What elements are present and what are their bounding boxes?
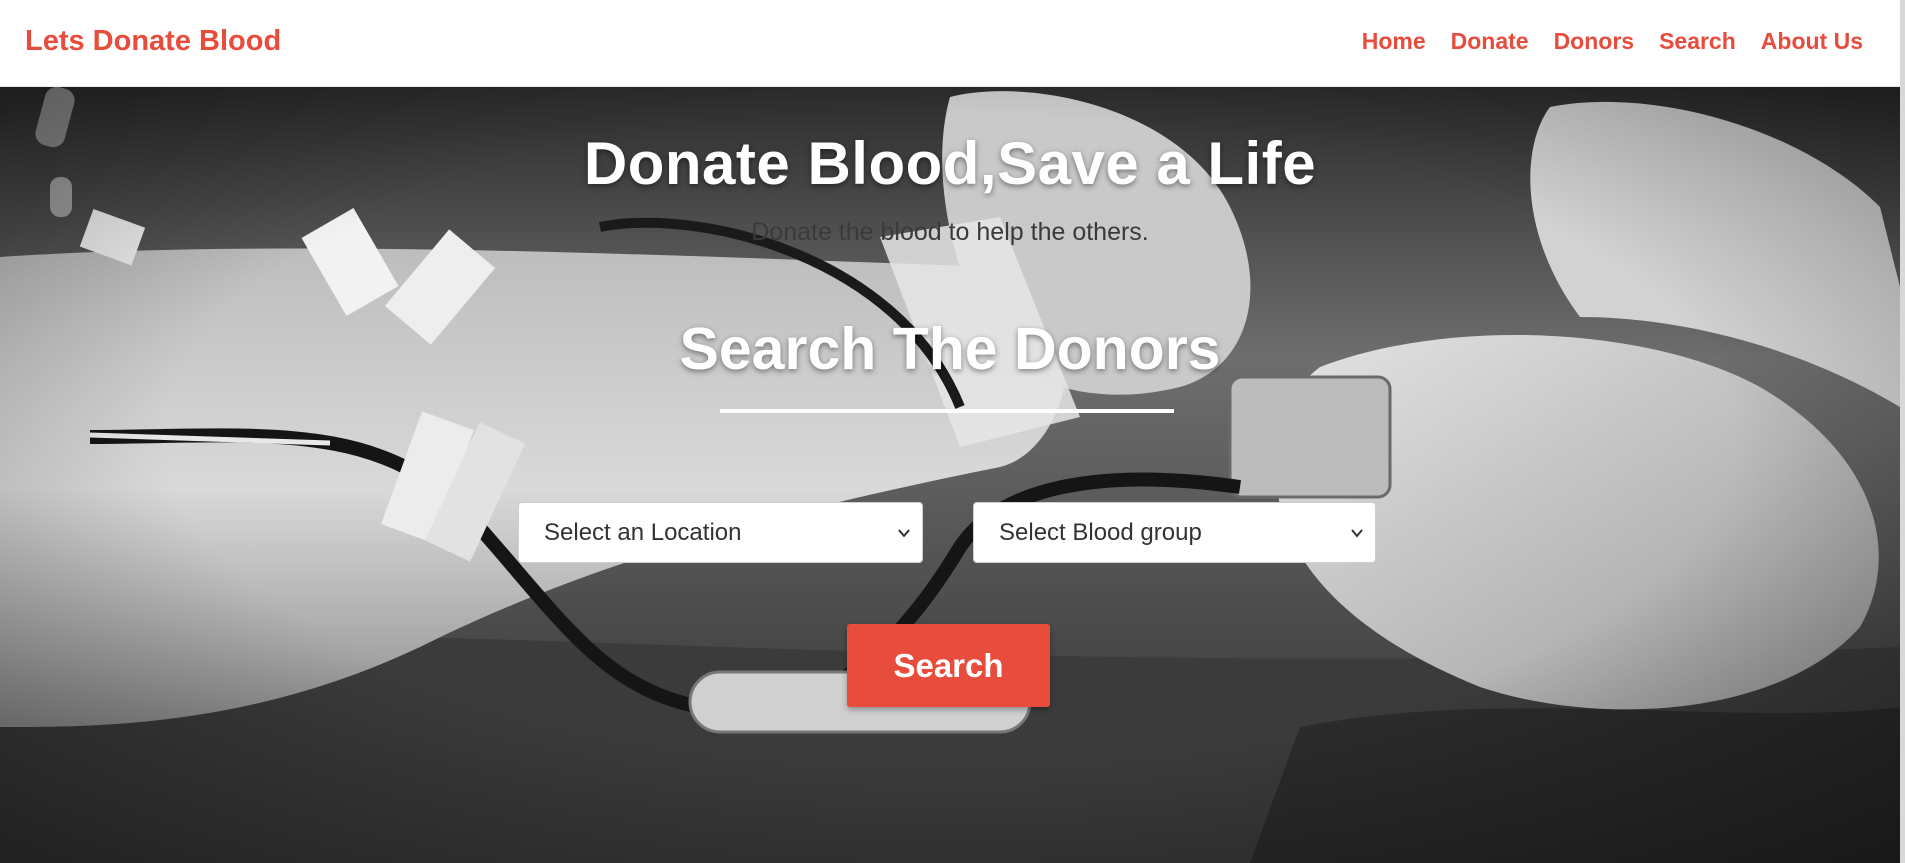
nav-links: Home Donate Donors Search About Us [1362,28,1863,55]
nav-link-donors[interactable]: Donors [1554,28,1635,55]
chevron-down-icon [898,529,910,538]
nav-link-donate[interactable]: Donate [1451,28,1529,55]
page-scrollbar[interactable] [1900,0,1905,863]
location-select-value: Select an Location [544,518,742,546]
search-button[interactable]: Search [847,624,1050,707]
hero-title: Donate Blood,Save a Life [583,130,1317,197]
blood-group-select[interactable]: Select Blood group [973,502,1376,563]
brand-logo-link[interactable]: Lets Donate Blood [25,25,281,58]
search-section-title: Search The Donors [679,316,1221,382]
nav-link-about-us[interactable]: About Us [1761,28,1863,55]
navbar: Lets Donate Blood Home Donate Donors Sea… [0,0,1905,87]
hero-section: Donate Blood,Save a Life Donate the bloo… [0,87,1900,863]
nav-link-home[interactable]: Home [1362,28,1426,55]
chevron-down-icon [1351,529,1363,538]
nav-link-search[interactable]: Search [1659,28,1736,55]
location-select[interactable]: Select an Location [518,502,923,563]
hero-subtitle: Donate the blood to help the others. [751,218,1149,246]
hero-background-image [0,87,1900,863]
title-underline-divider [720,409,1174,413]
blood-group-select-value: Select Blood group [999,518,1202,546]
